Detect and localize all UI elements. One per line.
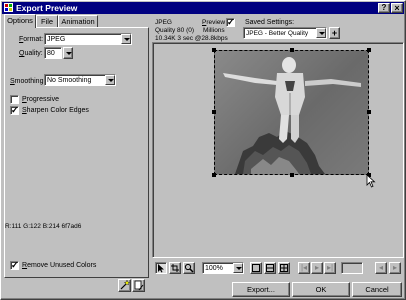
smoothing-select[interactable]: No Smoothing xyxy=(44,74,116,86)
zoom-select[interactable]: 100% xyxy=(202,262,244,274)
page-edit-icon xyxy=(134,280,144,291)
checkmark-icon: ✓ xyxy=(227,17,235,27)
format-select[interactable]: JPEG xyxy=(44,33,132,45)
single-view-icon xyxy=(252,264,260,272)
play-button[interactable]: ▸ xyxy=(311,262,323,274)
magic-wand-button[interactable] xyxy=(118,279,131,292)
crop-tool-button[interactable] xyxy=(169,262,181,274)
frame-number-field[interactable] xyxy=(341,262,363,274)
saved-settings-label: Saved Settings: xyxy=(245,19,295,26)
chevron-down-icon[interactable] xyxy=(316,28,326,38)
remove-unused-checkbox[interactable]: ✓ xyxy=(10,260,19,270)
chevron-down-icon[interactable] xyxy=(105,75,115,85)
play-icon: ▸ xyxy=(314,263,319,272)
checkmark-icon: ✓ xyxy=(11,260,19,270)
next-frame-button[interactable]: ▸ xyxy=(389,262,401,274)
first-frame-button[interactable]: |◂ xyxy=(298,262,310,274)
sharpen-checkbox[interactable]: ✓ xyxy=(10,105,19,115)
single-view-button[interactable] xyxy=(250,262,262,274)
help-button[interactable]: ? xyxy=(378,3,390,13)
quality-input[interactable]: 80 xyxy=(44,47,62,59)
selection-handle[interactable] xyxy=(290,173,294,177)
window-title: Export Preview xyxy=(16,3,78,13)
export-button[interactable]: Export... xyxy=(232,282,290,297)
pointer-tool-button[interactable] xyxy=(155,262,167,274)
edit-palette-button[interactable] xyxy=(132,279,145,292)
zoom-value: 100% xyxy=(205,265,223,272)
chevron-down-icon[interactable] xyxy=(233,263,243,273)
preview-image xyxy=(214,50,369,175)
flying-figure-image xyxy=(223,57,361,174)
last-frame-button[interactable]: ▸| xyxy=(324,262,336,274)
add-settings-button[interactable]: + xyxy=(329,27,340,39)
help-icon: ? xyxy=(381,3,387,12)
split-2-view-button[interactable] xyxy=(264,262,276,274)
remove-unused-label: Remove Unused Colors xyxy=(22,262,97,269)
quality-label: Quality: xyxy=(19,50,43,57)
selection-handle[interactable] xyxy=(212,110,216,114)
crop-icon xyxy=(171,264,179,272)
cancel-button[interactable]: Cancel xyxy=(352,282,402,297)
preview-colors: Millions xyxy=(203,27,225,34)
preview-checkbox[interactable]: ✓ xyxy=(226,17,235,27)
mouse-cursor-icon xyxy=(366,174,376,188)
prev-frame-icon: ◂ xyxy=(378,263,383,272)
split-4-view-icon xyxy=(280,264,288,272)
chevron-down-icon xyxy=(66,52,72,55)
last-frame-icon: ▸| xyxy=(326,263,334,272)
quality-slider-button[interactable] xyxy=(63,47,73,59)
selection-handle[interactable] xyxy=(212,48,216,52)
magic-wand-icon xyxy=(120,280,130,290)
selection-handle[interactable] xyxy=(212,173,216,177)
saved-settings-value: JPEG - Better Quality xyxy=(246,30,309,37)
pointer-icon xyxy=(158,264,164,273)
close-button[interactable]: × xyxy=(391,3,403,13)
format-value: JPEG xyxy=(47,36,66,43)
next-frame-icon: ▸ xyxy=(392,263,397,272)
format-label: Format: xyxy=(19,36,44,43)
selection-handle[interactable] xyxy=(367,48,371,52)
checkmark-icon: ✓ xyxy=(11,105,19,115)
tab-options[interactable]: Options xyxy=(4,14,36,28)
selection-handle[interactable] xyxy=(290,48,294,52)
quality-value: 80 xyxy=(47,50,55,57)
ok-button[interactable]: OK xyxy=(292,282,350,297)
sharpen-label: Sharpen Color Edges xyxy=(22,107,89,114)
close-icon: × xyxy=(394,3,400,13)
plus-icon: + xyxy=(331,28,338,38)
split-4-view-button[interactable] xyxy=(278,262,290,274)
rgb-readout: R:111 G:122 B:214 6f7ad6 xyxy=(5,223,82,230)
progressive-checkbox[interactable] xyxy=(10,95,19,104)
chevron-down-icon[interactable] xyxy=(121,34,131,44)
smoothing-value: No Smoothing xyxy=(47,77,92,84)
prev-frame-button[interactable]: ◂ xyxy=(375,262,387,274)
progressive-label: Progressive xyxy=(22,96,59,103)
first-frame-icon: |◂ xyxy=(300,263,308,272)
magnifier-icon xyxy=(184,263,194,273)
options-panel xyxy=(4,27,149,278)
saved-settings-select[interactable]: JPEG - Better Quality xyxy=(243,27,327,39)
split-2-view-icon xyxy=(266,264,274,272)
app-icon xyxy=(4,3,13,12)
selection-handle[interactable] xyxy=(367,110,371,114)
zoom-tool-button[interactable] xyxy=(183,262,195,274)
smoothing-label: Smoothing: xyxy=(10,78,46,85)
